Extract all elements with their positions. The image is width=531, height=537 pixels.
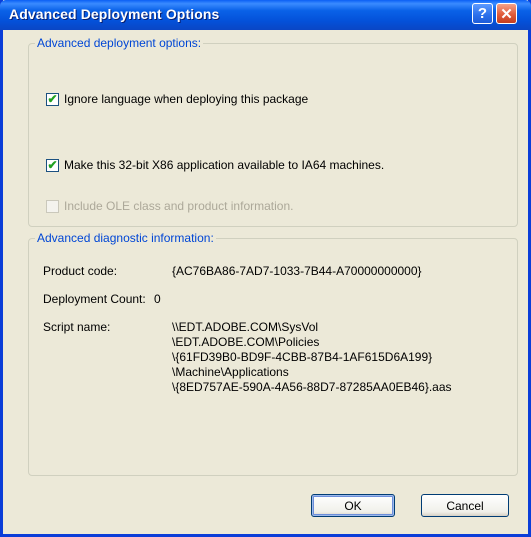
deployment-options-legend: Advanced deployment options: <box>35 36 204 50</box>
ole-option: Include OLE class and product informatio… <box>46 199 293 213</box>
script-name-line: \{8ED757AE-590A-4A56-88D7-87285AA0EB46}.… <box>172 380 452 394</box>
ole-checkbox <box>46 199 59 213</box>
script-name-value: \\EDT.ADOBE.COM\SysVol \EDT.ADOBE.COM\Po… <box>172 320 452 395</box>
diagnostic-info-group: Advanced diagnostic information: Product… <box>28 231 518 476</box>
ia64-option[interactable]: ✔ Make this 32-bit X86 application avail… <box>46 158 384 172</box>
product-code-value: {AC76BA86-7AD7-1033-7B44-A70000000000} <box>172 264 422 278</box>
ole-label: Include OLE class and product informatio… <box>64 199 294 213</box>
cancel-button[interactable]: Cancel <box>421 494 509 517</box>
ia64-checkbox[interactable]: ✔ <box>46 158 59 172</box>
checkmark-icon: ✔ <box>47 92 58 106</box>
help-icon: ? <box>477 5 488 22</box>
script-name-line: \EDT.ADOBE.COM\Policies <box>172 335 320 349</box>
ignore-language-option[interactable]: ✔ Ignore language when deploying this pa… <box>46 92 308 106</box>
deployment-count-value: 0 <box>154 292 161 306</box>
window-title: Advanced Deployment Options <box>9 6 220 22</box>
ignore-language-checkbox[interactable]: ✔ <box>46 92 59 106</box>
script-name-line: \{61FD39B0-BD9F-4CBB-87B4-1AF615D6A199} <box>172 350 433 364</box>
help-button[interactable]: ? <box>472 3 493 24</box>
ok-button[interactable]: OK <box>311 494 395 517</box>
close-button[interactable]: ✕ <box>496 3 517 24</box>
script-name-label: Script name: <box>43 320 111 334</box>
script-name-line: \Machine\Applications <box>172 365 289 379</box>
ia64-label: Make this 32-bit X86 application availab… <box>64 158 385 172</box>
deployment-count-label: Deployment Count: <box>43 292 146 306</box>
ignore-language-label: Ignore language when deploying this pack… <box>64 92 309 106</box>
diagnostic-info-legend: Advanced diagnostic information: <box>35 231 216 245</box>
checkmark-icon: ✔ <box>47 158 58 172</box>
close-icon: ✕ <box>500 5 513 23</box>
product-code-label: Product code: <box>43 264 118 278</box>
dialog-window: Advanced Deployment Options ? ✕ Advanced… <box>0 0 531 537</box>
script-name-line: \\EDT.ADOBE.COM\SysVol <box>172 320 319 334</box>
title-bar[interactable]: Advanced Deployment Options ? ✕ <box>0 0 531 30</box>
deployment-options-group: Advanced deployment options: ✔ Ignore la… <box>28 36 518 227</box>
